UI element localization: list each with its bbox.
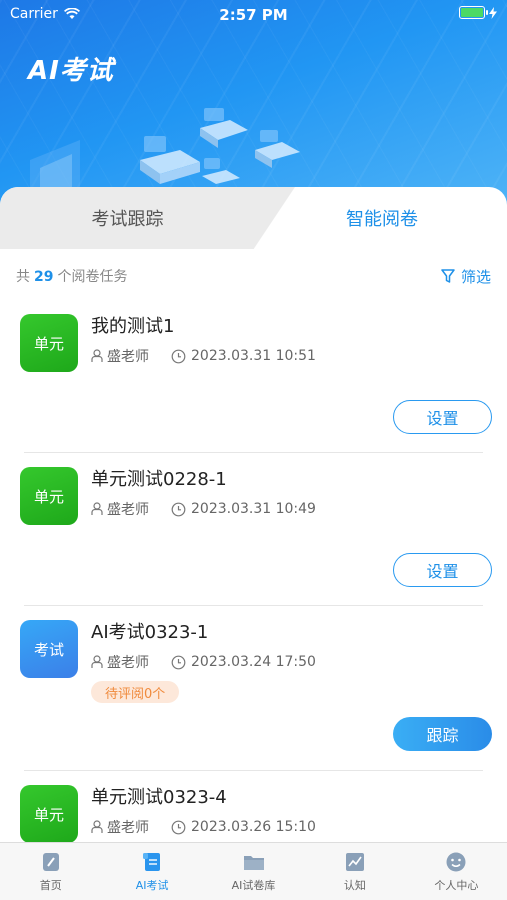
person-icon xyxy=(91,349,103,362)
badge-label: 单元 xyxy=(33,334,64,353)
filter-button[interactable]: 筛选 xyxy=(441,266,491,287)
tab-smart-grading[interactable]: 智能阅卷 xyxy=(247,187,507,249)
divider xyxy=(24,770,483,771)
task-count: 29 xyxy=(34,269,54,285)
nav-label: 个人中心 xyxy=(434,879,479,892)
person-icon xyxy=(91,655,103,668)
charging-icon xyxy=(489,6,497,19)
time-info: 2023.03.31 10:49 xyxy=(171,501,316,517)
filter-label: 筛选 xyxy=(460,268,491,286)
task-datetime: 2023.03.26 15:10 xyxy=(191,819,316,835)
settings-button[interactable]: 设置 xyxy=(393,553,492,587)
time-info: 2023.03.31 10:51 xyxy=(171,348,316,364)
clock-icon xyxy=(171,655,186,669)
teacher-info: 盛老师 xyxy=(91,817,149,837)
settings-button[interactable]: 设置 xyxy=(393,400,492,434)
nav-label: AI考试 xyxy=(135,879,169,892)
nav-label: AI试卷库 xyxy=(231,879,276,892)
teacher-info: 盛老师 xyxy=(91,346,149,366)
nav-cognition[interactable]: 认知 xyxy=(304,843,405,900)
folder-icon xyxy=(243,856,264,870)
type-badge: 单元 xyxy=(20,785,78,843)
task-datetime: 2023.03.24 17:50 xyxy=(191,654,316,670)
divider xyxy=(24,452,483,453)
battery-icon xyxy=(459,6,488,19)
task-summary: 共 29 个阅卷任务 xyxy=(16,266,127,286)
clock-icon xyxy=(171,502,186,516)
app-title: AI考试 xyxy=(28,56,114,86)
button-label: 跟踪 xyxy=(426,726,459,745)
type-badge: 考试 xyxy=(20,620,78,678)
person-icon xyxy=(91,502,103,515)
nav-label: 认知 xyxy=(343,879,366,892)
task-meta: 盛老师 2023.03.26 15:10 xyxy=(91,817,316,837)
classroom-illustration-icon xyxy=(30,108,300,200)
teacher-name: 盛老师 xyxy=(107,349,149,365)
time-info: 2023.03.24 17:50 xyxy=(171,654,316,670)
divider xyxy=(24,605,483,606)
tab-label: 智能阅卷 xyxy=(346,209,418,230)
type-badge: 单元 xyxy=(20,467,78,525)
task-meta: 盛老师 2023.03.31 10:49 xyxy=(91,499,316,519)
teacher-info: 盛老师 xyxy=(91,652,149,672)
teacher-name: 盛老师 xyxy=(107,502,149,518)
task-title: 单元测试0228-1 xyxy=(91,469,227,490)
time-info: 2023.03.26 15:10 xyxy=(171,819,316,835)
clock: 2:57 PM xyxy=(219,6,288,24)
badge-label: 考试 xyxy=(33,640,64,659)
header-hero: Carrier 2:57 PM AI考试 xyxy=(0,0,507,210)
badge-label: 单元 xyxy=(33,805,64,824)
nav-profile[interactable]: 个人中心 xyxy=(406,843,507,900)
nav-ai-exam[interactable]: AI考试 xyxy=(101,843,202,900)
button-label: 设置 xyxy=(426,562,459,581)
task-meta: 盛老师 2023.03.24 17:50 xyxy=(91,652,316,672)
status-bar: Carrier 2:57 PM xyxy=(0,0,507,28)
smile-icon xyxy=(446,852,466,872)
bottom-nav: 首页 AI考试 AI试卷库 认知 个人中心 xyxy=(0,842,507,900)
filter-icon xyxy=(441,269,455,283)
task-title: AI考试0323-1 xyxy=(91,622,209,643)
clock-icon xyxy=(171,349,186,363)
track-button[interactable]: 跟踪 xyxy=(393,717,492,751)
battery-group xyxy=(459,6,497,19)
teacher-name: 盛老师 xyxy=(107,655,149,671)
type-badge: 单元 xyxy=(20,314,78,372)
nav-label: 首页 xyxy=(39,879,62,892)
task-meta: 盛老师 2023.03.31 10:51 xyxy=(91,346,316,366)
nav-home[interactable]: 首页 xyxy=(0,843,101,900)
teacher-name: 盛老师 xyxy=(107,820,149,836)
summary-suffix: 个阅卷任务 xyxy=(57,269,128,285)
exam-icon xyxy=(143,853,161,871)
task-datetime: 2023.03.31 10:49 xyxy=(191,501,316,517)
teacher-info: 盛老师 xyxy=(91,499,149,519)
summary-prefix: 共 xyxy=(16,269,30,285)
pending-label: 待评阅0个 xyxy=(105,686,166,702)
chart-icon xyxy=(345,853,364,871)
badge-label: 单元 xyxy=(33,487,64,506)
nav-ai-paper-library[interactable]: AI试卷库 xyxy=(203,843,304,900)
button-label: 设置 xyxy=(426,409,459,428)
tab-label: 考试跟踪 xyxy=(91,209,164,230)
home-icon xyxy=(42,853,59,871)
person-icon xyxy=(91,820,103,833)
task-title: 我的测试1 xyxy=(91,316,175,337)
pending-review-badge: 待评阅0个 xyxy=(91,681,180,703)
tab-bar: 考试跟踪 智能阅卷 xyxy=(0,187,507,249)
task-title: 单元测试0323-4 xyxy=(91,787,227,808)
content-panel: 考试跟踪 智能阅卷 共 29 个阅卷任务 筛选 单元 我的测试1 盛老师 2023.… xyxy=(0,187,507,900)
task-datetime: 2023.03.31 10:51 xyxy=(191,348,316,364)
clock-icon xyxy=(171,820,186,834)
